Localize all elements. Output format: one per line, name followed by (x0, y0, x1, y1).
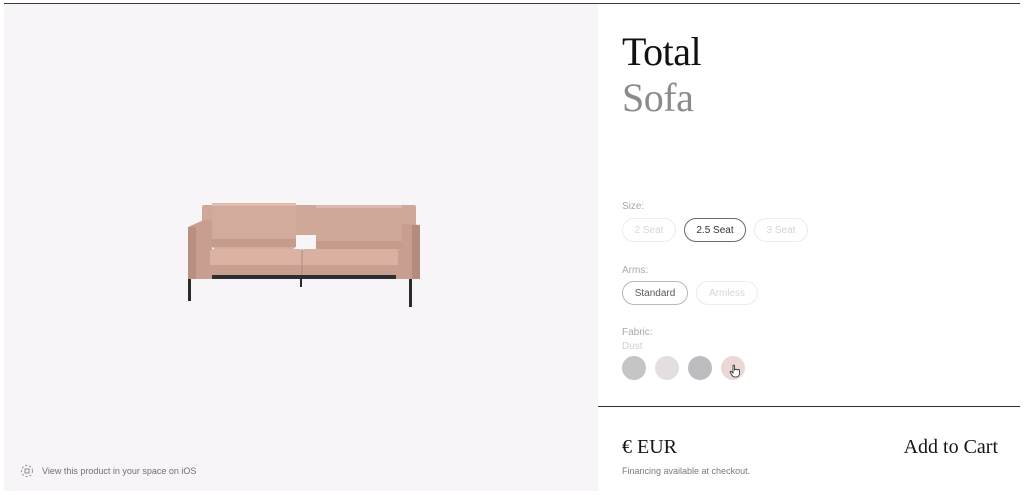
product-panel: Total Sofa Size: 2 Seat 2.5 Seat 3 Seat … (598, 4, 1020, 491)
price: € EUR (622, 436, 677, 458)
arms-options: Standard Armless (622, 281, 758, 305)
fabric-label: Fabric: (622, 327, 653, 338)
ar-cube-icon (20, 464, 34, 478)
product-title-line1: Total (622, 29, 702, 74)
footer-divider (598, 406, 1020, 407)
arms-option-armless[interactable]: Armless (696, 281, 758, 305)
arms-label: Arms: (622, 265, 649, 276)
arms-option-standard[interactable]: Standard (622, 281, 688, 305)
fabric-swatch[interactable] (622, 356, 646, 380)
fabric-swatch[interactable] (721, 356, 745, 380)
fabric-selected-name: Dust (622, 341, 643, 352)
add-to-cart-button[interactable]: Add to Cart (904, 436, 998, 459)
size-option-3-seat[interactable]: 3 Seat (754, 218, 808, 242)
size-option-2-seat[interactable]: 2 Seat (622, 218, 676, 242)
fabric-swatches (622, 356, 745, 380)
product-3d-viewer[interactable]: View this product in your space on iOS (4, 4, 598, 491)
sofa-illustration (188, 203, 420, 307)
financing-note: Financing available at checkout. (622, 466, 751, 476)
size-label: Size: (622, 201, 645, 212)
view-in-ar-label: View this product in your space on iOS (42, 466, 197, 476)
size-options: 2 Seat 2.5 Seat 3 Seat (622, 218, 808, 242)
fabric-swatch[interactable] (688, 356, 712, 380)
fabric-swatch[interactable] (655, 356, 679, 380)
view-in-ar-link[interactable]: View this product in your space on iOS (20, 464, 196, 478)
size-option-2-5-seat[interactable]: 2.5 Seat (684, 218, 746, 242)
hand-pointer-icon (729, 364, 741, 378)
product-title-line2: Sofa (622, 75, 694, 120)
sofa-model[interactable] (182, 199, 424, 309)
